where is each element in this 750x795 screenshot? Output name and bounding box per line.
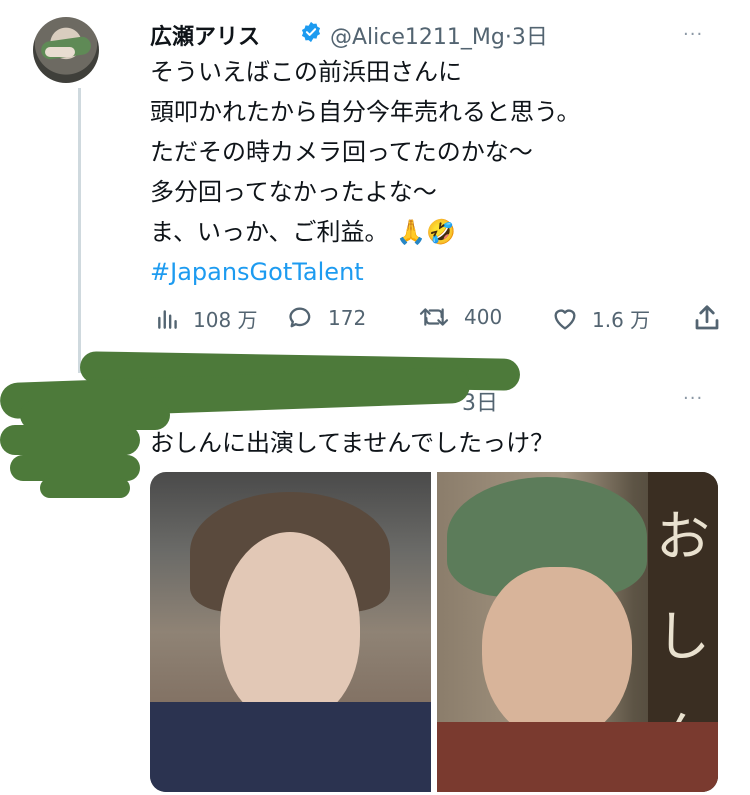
redaction-mark [40, 478, 130, 498]
views-count: 108 万 [193, 308, 258, 332]
tweet-line: 多分回ってなかったよな〜 [150, 178, 437, 206]
sign-char: お [656, 505, 710, 568]
tweet-line: 頭叩かれたから自分今年売れると思う。 [150, 98, 581, 126]
like-count: 1.6 万 [592, 308, 651, 332]
avatar-hand [45, 47, 75, 57]
retweet-button[interactable]: 400 [416, 304, 502, 330]
handle-time: @Alice1211_Mg·3日 [330, 19, 548, 51]
photo-kimono [437, 722, 718, 792]
reply-icon [289, 307, 311, 328]
photo-collar [150, 702, 431, 792]
tweet-time[interactable]: 3日 [512, 25, 548, 50]
photo-face [482, 567, 632, 742]
photo-face [220, 532, 360, 722]
like-button[interactable]: 1.6 万 [550, 304, 650, 333]
media-grid[interactable]: お し ん [150, 472, 718, 792]
share-icon[interactable] [692, 303, 722, 333]
views-icon [158, 309, 177, 329]
views-button[interactable]: 108 万 [155, 304, 258, 333]
tweet-line: ま、いっか、ご利益。 [150, 218, 389, 246]
handle[interactable]: @Alice1211_Mg [330, 25, 505, 50]
folded-hands-emoji: 🙏 [396, 218, 427, 246]
tweet-text: そういえばこの前浜田さんに 頭叩かれたから自分今年売れると思う。 ただその時カメ… [150, 52, 710, 292]
sign-char: し [656, 605, 710, 668]
display-name[interactable]: 広瀬アリス [150, 19, 260, 51]
dot-separator: · [504, 25, 512, 50]
tweet-line-last: ま、いっか、ご利益。 🙏🤣 [150, 212, 710, 252]
tweet-line: ただその時カメラ回ってたのかな〜 [150, 138, 533, 166]
hashtag-link[interactable]: #JapansGotTalent [150, 252, 710, 292]
avatar[interactable] [33, 17, 99, 83]
verified-badge-icon [301, 21, 321, 43]
photo-oshin[interactable]: お し ん [437, 472, 718, 792]
photo-actress[interactable] [150, 472, 431, 792]
retweet-icon [419, 308, 449, 326]
reply-text: おしんに出演してませんでしたっけ？ [150, 429, 555, 457]
more-icon[interactable]: ··· [683, 24, 703, 45]
reply-button[interactable]: 172 [286, 304, 366, 332]
reply-count: 172 [328, 306, 367, 330]
redaction-mark [0, 425, 140, 455]
retweet-count: 400 [464, 305, 503, 329]
rofl-emoji: 🤣 [426, 218, 456, 246]
tweet-line: そういえばこの前浜田さんに [150, 58, 462, 86]
thread-line [78, 88, 81, 373]
more-icon[interactable]: ··· [683, 388, 703, 409]
like-icon [554, 308, 576, 329]
